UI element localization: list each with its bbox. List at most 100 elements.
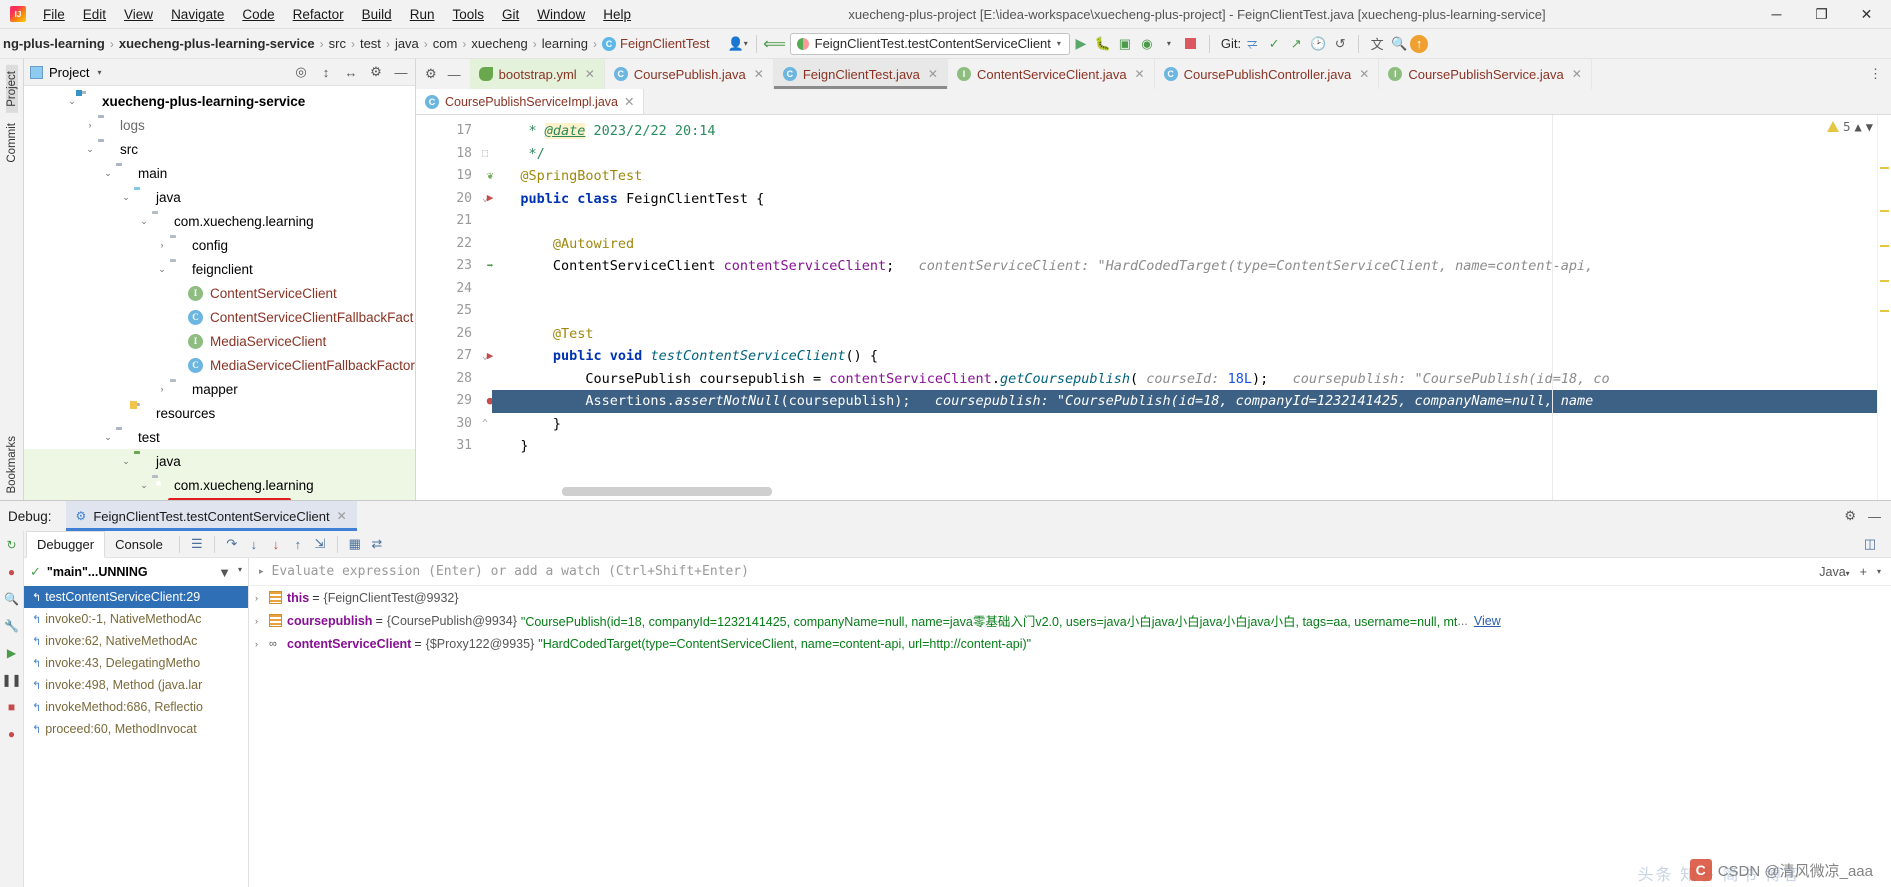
breadcrumb-item-learning[interactable]: learning — [539, 36, 591, 51]
gutter-line-number[interactable]: 30 — [416, 413, 478, 436]
close-icon[interactable]: ✕ — [624, 94, 634, 109]
stack-frame-row[interactable]: ↰ proceed:60, MethodInvocat — [24, 718, 248, 740]
translate-icon[interactable]: 文 — [1366, 33, 1388, 55]
gutter-line-number[interactable]: 31 — [416, 435, 478, 458]
fold-marker[interactable]: ⬚ — [478, 143, 492, 166]
fold-marker[interactable] — [478, 120, 492, 143]
stop-button[interactable] — [1180, 33, 1202, 55]
next-problem-icon[interactable]: ▼ — [1866, 120, 1873, 134]
tool-window-project[interactable]: Project — [5, 65, 18, 113]
chevron-down-icon[interactable]: ⌄ — [100, 432, 116, 443]
fold-marker[interactable]: ⌃ — [478, 413, 492, 436]
run-to-cursor-icon[interactable]: ⇲ — [309, 533, 331, 555]
back-arrow-icon[interactable]: ⟸ — [763, 33, 786, 55]
warning-marker[interactable] — [1880, 167, 1889, 169]
mirror-icon[interactable]: ⇄ — [366, 533, 388, 555]
menu-tools[interactable]: Tools — [443, 4, 493, 25]
chevron-right-icon[interactable]: › — [255, 593, 269, 603]
close-icon[interactable]: ✕ — [337, 509, 347, 523]
project-tree[interactable]: ⌄ xuecheng-plus-learning-service › logs ⌄ src… — [24, 86, 415, 500]
breadcrumb-item-module[interactable]: xuecheng-plus-learning-service — [116, 36, 318, 51]
code-editor[interactable]: 5 ▲ ▼ 17 18 19 ❦ 20 ▶ 21 22 23 ➡ 24 25 26 27 ▶ 28 29 ● 30 3… — [416, 115, 1891, 500]
git-history-icon[interactable]: 🕑 — [1307, 33, 1329, 55]
editor-tab-bar-secondary[interactable]: C CoursePublishServiceImpl.java ✕ — [416, 89, 1891, 115]
tool-window-commit[interactable]: Commit — [6, 117, 18, 169]
tool-window-bookmarks[interactable]: Bookmarks — [6, 430, 18, 500]
code-line[interactable]: */ — [492, 143, 1877, 166]
mute-breakpoints-icon[interactable]: ● — [3, 563, 21, 581]
gutter-line-number[interactable]: 17 — [416, 120, 478, 143]
stack-frame-row[interactable]: ↰ testContentServiceClient:29 — [24, 586, 248, 608]
view-value-link[interactable]: View — [1474, 614, 1501, 628]
hide-panel-icon[interactable]: — — [1868, 509, 1881, 524]
menu-file[interactable]: File — [34, 4, 74, 25]
more-tabs-icon[interactable]: ⋮ — [1869, 66, 1882, 82]
fold-marker[interactable] — [478, 210, 492, 233]
hide-panel-icon[interactable]: — — [393, 64, 409, 80]
chevron-down-icon[interactable]: ⌄ — [118, 192, 134, 203]
chevron-down-icon[interactable]: ⌄ — [154, 264, 170, 275]
close-icon[interactable]: ✕ — [754, 67, 764, 81]
code-line[interactable]: } — [492, 435, 1877, 458]
editor-tab-feignclienttest-java[interactable]: C FeignClientTest.java ✕ — [773, 59, 948, 89]
variables-list[interactable]: › this = {FeignClientTest@9932} › coursepubli… — [249, 586, 1891, 655]
minimize-button[interactable]: ─ — [1754, 0, 1799, 28]
evaluate-expression-row[interactable]: ▸ Evaluate expression (Enter) or add a w… — [249, 558, 1891, 586]
tree-node[interactable]: ⌄ java — [24, 449, 415, 473]
tree-node[interactable]: ⌄ src — [24, 137, 415, 161]
chevron-down-icon[interactable]: ⌄ — [136, 216, 152, 227]
language-selector[interactable]: Java▾ — [1819, 565, 1849, 579]
close-icon[interactable]: ✕ — [1572, 67, 1582, 81]
profiler-dropdown-icon[interactable]: ▾ — [1158, 33, 1180, 55]
step-over-icon[interactable]: ↷ — [221, 533, 243, 555]
rerun-icon[interactable]: ↻ — [3, 536, 21, 554]
menu-code[interactable]: Code — [233, 4, 283, 25]
gutter-line-number[interactable]: 26 — [416, 323, 478, 346]
prev-problem-icon[interactable]: ▲ — [1855, 120, 1862, 134]
code-line[interactable]: } — [492, 413, 1877, 436]
tree-node[interactable]: ⌄ com.xuecheng.learning — [24, 209, 415, 233]
tab-debugger[interactable]: Debugger — [26, 530, 106, 558]
gutter-line-number[interactable]: 29 ● — [416, 390, 493, 413]
breadcrumb[interactable]: ng-plus-learning › xuecheng-plus-learnin… — [0, 36, 713, 51]
close-icon[interactable]: ✕ — [585, 67, 595, 81]
code-line[interactable] — [492, 278, 1877, 301]
tree-node[interactable]: ›resources — [24, 401, 415, 425]
pause-icon[interactable]: ❚❚ — [1, 671, 21, 689]
editor-tab-contentserviceclient-java[interactable]: I ContentServiceClient.java ✕ — [948, 59, 1155, 89]
debug-session-tab[interactable]: ⚙ FeignClientTest.testContentServiceClie… — [65, 501, 357, 531]
menu-edit[interactable]: Edit — [74, 4, 115, 25]
gutter-line-number[interactable]: 24 — [416, 278, 478, 301]
chevron-down-icon[interactable]: ▾ — [1877, 567, 1881, 576]
chevron-down-icon[interactable]: ▾ — [238, 565, 242, 580]
tree-node[interactable]: ›IMediaServiceClient — [24, 329, 415, 353]
gutter-line-number[interactable]: 20 ▶ — [416, 188, 493, 211]
tree-node[interactable]: ⌄ test — [24, 425, 415, 449]
code-line[interactable]: * @date 2023/2/22 20:14 — [492, 120, 1877, 143]
close-button[interactable]: ✕ — [1844, 0, 1889, 28]
chevron-down-icon[interactable]: ⌄ — [82, 144, 98, 155]
collapse-all-icon[interactable]: ↔ — [343, 64, 359, 80]
main-menu[interactable]: File Edit View Navigate Code Refactor Bu… — [34, 4, 640, 25]
editor-gutter[interactable]: 17 18 19 ❦ 20 ▶ 21 22 23 ➡ 24 25 26 27 ▶ 28 29 ● 30 31 — [416, 115, 493, 500]
maximize-debug-icon[interactable]: ◫ — [1859, 533, 1881, 555]
settings-gear-icon[interactable]: ⚙ — [368, 64, 384, 80]
warning-marker[interactable] — [1880, 280, 1889, 282]
stack-frame-row[interactable]: ↰ invokeMethod:686, Reflectio — [24, 696, 248, 718]
view-breakpoints-icon[interactable]: 🔍 — [3, 590, 21, 608]
add-watch-icon[interactable]: + — [1860, 565, 1867, 579]
editor-tab-coursepublish-java[interactable]: C CoursePublish.java ✕ — [605, 59, 774, 89]
breadcrumb-item-test[interactable]: test — [357, 36, 384, 51]
fold-marker[interactable] — [478, 368, 492, 391]
git-push-icon[interactable]: ↗ — [1285, 33, 1307, 55]
stack-frame-row[interactable]: ↰ invoke0:-1, NativeMethodAc — [24, 608, 248, 630]
variable-row[interactable]: › ∞ contentServiceClient = {$Proxy122@9935} "… — [249, 632, 1891, 655]
frames-list[interactable]: ↰ testContentServiceClient:29 ↰ invoke0:-1,… — [24, 586, 248, 740]
evaluate-expression-icon[interactable]: ▦ — [344, 533, 366, 555]
tree-node[interactable]: ›CFeignClientTest — [24, 497, 415, 500]
editor-marker-strip[interactable] — [1877, 115, 1891, 500]
settings-gear-icon[interactable]: ⚙ — [425, 66, 437, 82]
tree-node[interactable]: › logs — [24, 113, 415, 137]
editor-horizontal-scrollbar[interactable] — [562, 487, 772, 496]
tree-node[interactable]: ⌄ main — [24, 161, 415, 185]
